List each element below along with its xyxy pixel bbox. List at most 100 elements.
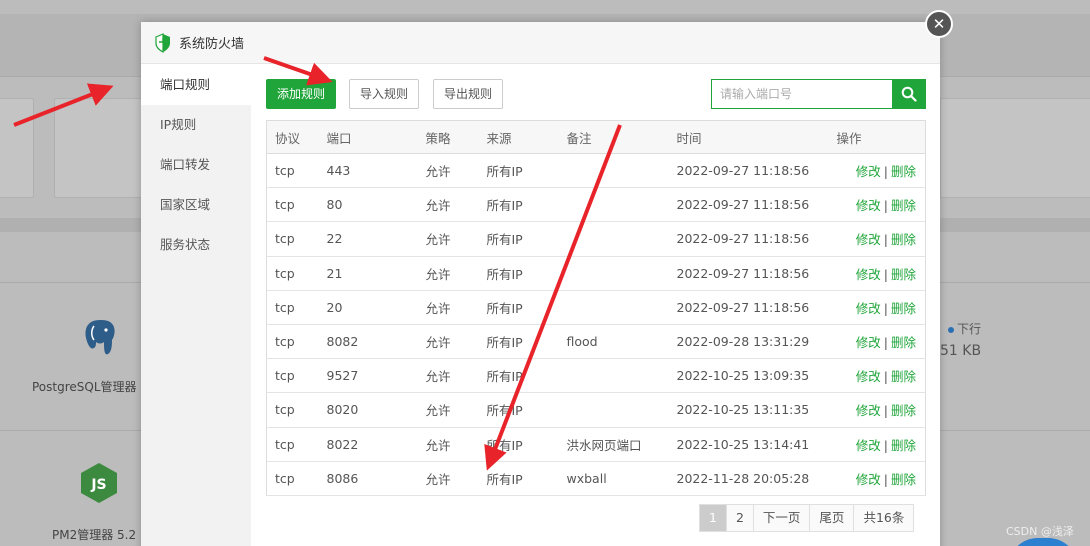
table-row: tcp 21 允许 所有IP 2022-09-27 11:18:56 修改 | 删除 [266,256,926,291]
cell-port: 9527 [326,358,426,394]
cell-actions: 修改 | 删除 [836,427,926,462]
cell-policy: 允许 [425,392,487,428]
search-icon [901,86,917,102]
sidebar-item-ip-rules[interactable]: IP规则 [141,105,251,145]
import-rules-button[interactable]: 导入规则 [349,79,419,109]
sidebar-item-port-forward[interactable]: 端口转发 [141,145,251,185]
page-button-2[interactable]: 2 [726,505,754,531]
background-card [0,98,34,198]
cell-note [566,358,677,394]
port-search-input[interactable] [711,79,892,109]
dialog-title: 系统防火墙 [179,37,245,52]
cell-source: 所有IP [486,324,567,360]
cell-port: 8082 [326,324,426,360]
delete-link[interactable]: 删除 [891,369,916,384]
cell-note [566,187,677,223]
cell-time: 2022-09-28 13:31:29 [676,324,837,360]
delete-link[interactable]: 删除 [891,472,916,487]
cell-time: 2022-10-25 13:09:35 [676,358,837,394]
search-button[interactable] [892,79,926,109]
cell-policy: 允许 [425,358,487,394]
downlink-dot-icon [948,327,954,333]
delete-link[interactable]: 删除 [891,438,916,453]
add-rule-button[interactable]: 添加规则 [266,79,336,109]
close-dialog-button[interactable]: ✕ [925,10,953,38]
sidebar-item-port-rules[interactable]: 端口规则 [141,65,251,105]
cell-actions: 修改 | 删除 [836,358,926,394]
nodejs-icon[interactable]: JS [80,462,118,504]
cell-actions: 修改 | 删除 [836,461,926,496]
delete-link[interactable]: 删除 [891,301,916,316]
cell-policy: 允许 [425,256,487,291]
edit-link[interactable]: 修改 [856,438,881,453]
cell-time: 2022-09-27 11:18:56 [676,256,837,291]
table-row: tcp 80 允许 所有IP 2022-09-27 11:18:56 修改 | 删除 [266,187,926,223]
sidebar-item-service-status[interactable]: 服务状态 [141,225,251,265]
port-search [711,79,926,109]
sidebar-item-country-region[interactable]: 国家区域 [141,185,251,225]
export-rules-button[interactable]: 导出规则 [433,79,503,109]
background-card [54,98,144,198]
edit-link[interactable]: 修改 [856,164,881,179]
action-separator: | [883,300,888,316]
edit-link[interactable]: 修改 [856,403,881,418]
action-separator: | [883,232,888,248]
cell-protocol: tcp [266,221,327,257]
cell-source: 所有IP [486,153,567,189]
app-name-postgresql[interactable]: PostgreSQL管理器 2 [20,378,150,395]
delete-link[interactable]: 删除 [891,164,916,179]
table-row: tcp 443 允许 所有IP 2022-09-27 11:18:56 修改 | 删除 [266,153,926,189]
column-header-note: 备注 [566,120,677,154]
action-separator: | [883,335,888,351]
postgresql-icon[interactable] [82,318,118,358]
delete-link[interactable]: 删除 [891,335,916,350]
cell-time: 2022-09-27 11:18:56 [676,153,837,189]
cell-policy: 允许 [425,461,487,496]
shield-icon [155,32,170,53]
firewall-dialog: 系统防火墙 端口规则 IP规则 端口转发 国家区域 服务状态 添加规则 导入规则… [141,22,940,546]
cell-port: 8020 [326,392,426,428]
table-row: tcp 9527 允许 所有IP 2022-10-25 13:09:35 修改 | 删除 [266,358,926,394]
cell-note: 洪水网页端口 [566,427,677,462]
column-header-policy: 策略 [425,120,487,154]
table-row: tcp 8022 允许 所有IP 洪水网页端口 2022-10-25 13:14:41 修改… [266,427,926,462]
cell-protocol: tcp [266,392,327,428]
table-header-row: 协议 端口 策略 来源 备注 时间 操作 [266,120,926,154]
cell-source: 所有IP [486,290,567,325]
edit-link[interactable]: 修改 [856,301,881,316]
table-row: tcp 22 允许 所有IP 2022-09-27 11:18:56 修改 | 删除 [266,221,926,257]
delete-link[interactable]: 删除 [891,267,916,282]
edit-link[interactable]: 修改 [856,335,881,350]
cell-port: 21 [326,256,426,291]
cell-protocol: tcp [266,358,327,394]
action-separator: | [883,369,888,385]
cell-policy: 允许 [425,427,487,462]
column-header-protocol: 协议 [266,120,327,154]
background-card [940,98,1090,198]
cell-actions: 修改 | 删除 [836,153,926,189]
watermark: CSDN @浅泽 [1006,525,1074,538]
cell-protocol: tcp [266,324,327,360]
cell-port: 80 [326,187,426,223]
delete-link[interactable]: 删除 [891,403,916,418]
edit-link[interactable]: 修改 [856,472,881,487]
edit-link[interactable]: 修改 [856,198,881,213]
cell-port: 20 [326,290,426,325]
app-name-pm2[interactable]: PM2管理器 5.2 [40,526,150,543]
port-rules-table: 协议 端口 策略 来源 备注 时间 操作 tcp 443 允许 所有IP 2022-09… [266,120,926,496]
edit-link[interactable]: 修改 [856,232,881,247]
delete-link[interactable]: 删除 [891,232,916,247]
close-icon: ✕ [932,15,946,33]
cell-source: 所有IP [486,427,567,462]
delete-link[interactable]: 删除 [891,198,916,213]
table-body: tcp 443 允许 所有IP 2022-09-27 11:18:56 修改 | 删除 tcp 8… [266,153,926,496]
column-header-actions: 操作 [836,120,926,154]
table-row: tcp 8020 允许 所有IP 2022-10-25 13:11:35 修改 | 删除 [266,392,926,428]
floating-help-button[interactable] [1008,538,1078,546]
cell-time: 2022-11-28 20:05:28 [676,461,837,496]
next-page-button[interactable]: 下一页 [753,505,811,531]
edit-link[interactable]: 修改 [856,267,881,282]
edit-link[interactable]: 修改 [856,369,881,384]
page-button-1[interactable]: 1 [700,505,727,531]
last-page-button[interactable]: 尾页 [810,505,855,531]
